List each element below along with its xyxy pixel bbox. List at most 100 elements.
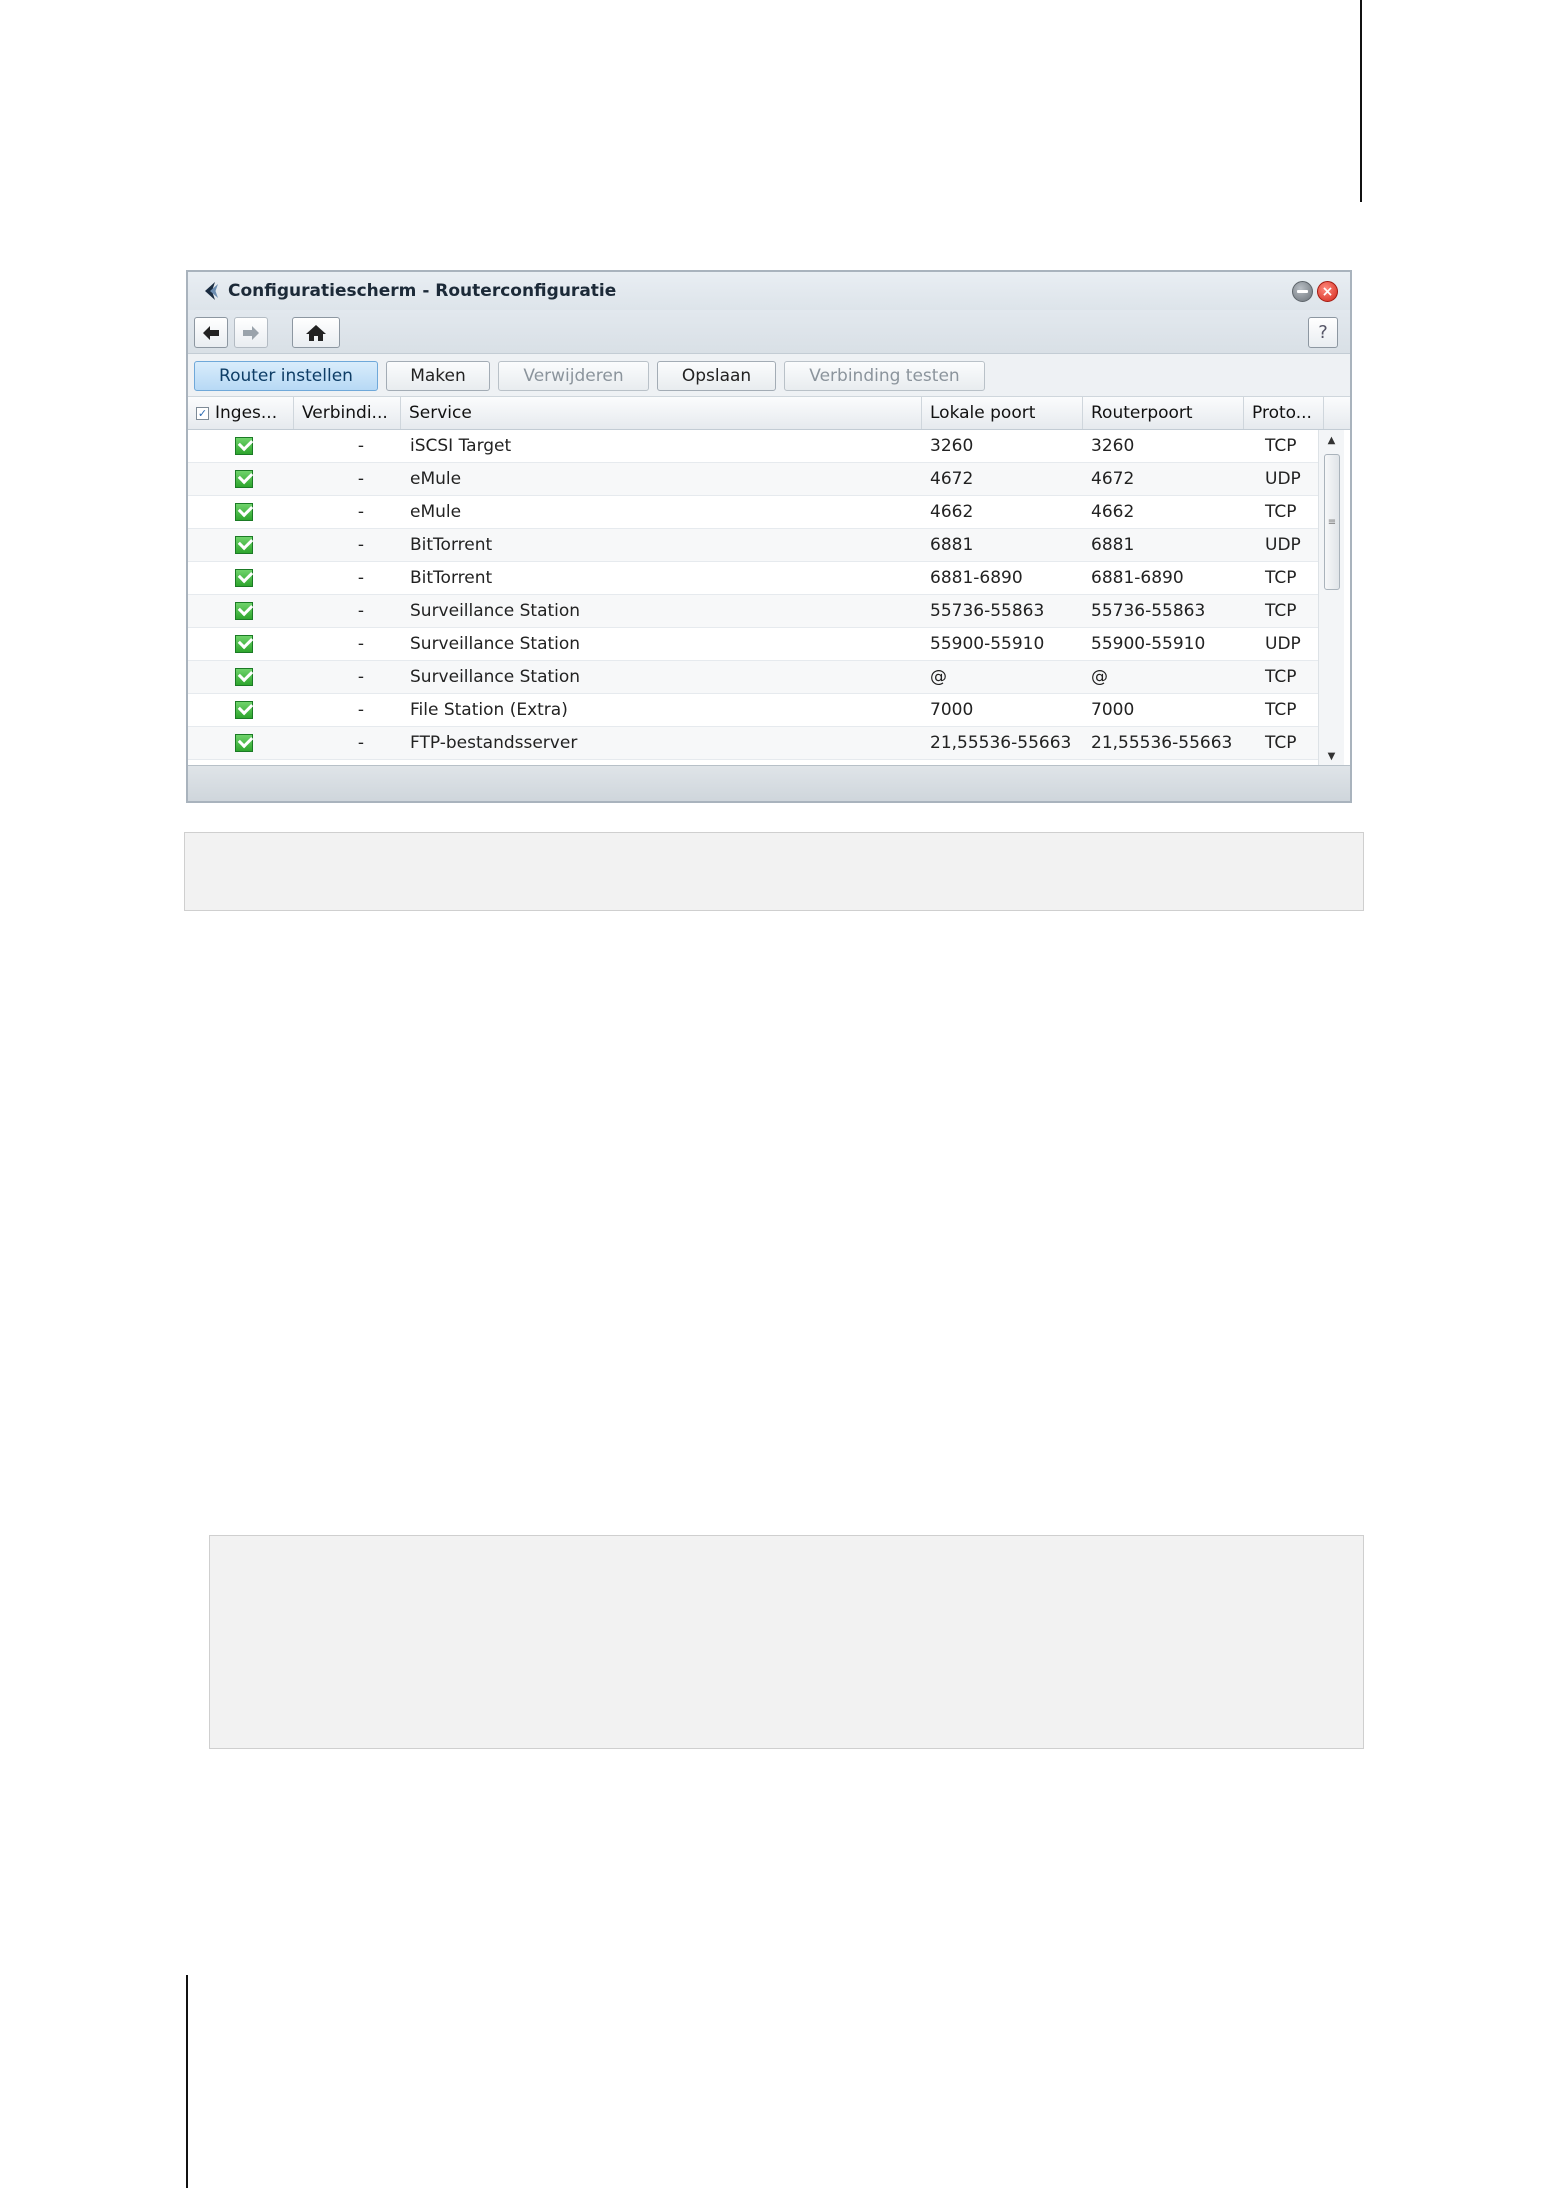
checkbox-checked-icon[interactable] [235, 503, 253, 521]
row-local-port: 6881 [930, 535, 974, 555]
column-header-service[interactable]: Service [401, 397, 922, 429]
close-icon[interactable]: × [1317, 281, 1338, 302]
row-service: Surveillance Station [410, 667, 581, 687]
row-connection: - [357, 502, 365, 522]
scrollbar-thumb[interactable]: ≡ [1324, 454, 1340, 590]
note-box [209, 1535, 1364, 1749]
close-glyph: × [1321, 283, 1334, 300]
row-service: Surveillance Station [410, 601, 581, 621]
back-button[interactable] [194, 317, 228, 348]
table-row[interactable]: - FTP-bestandsserver 21,55536-55663 21,5… [188, 727, 1318, 760]
row-local-port: 3260 [930, 436, 974, 456]
delete-button[interactable]: Verwijderen [498, 361, 649, 391]
row-connection: - [357, 700, 365, 720]
table-row[interactable]: - eMule 4662 4662 TCP [188, 496, 1318, 529]
action-toolbar: Router instellen Maken Verwijderen Opsla… [188, 354, 1350, 397]
row-connection: - [357, 667, 365, 687]
scroll-up-arrow-icon[interactable]: ▲ [1319, 430, 1344, 450]
window-titlebar[interactable]: Configuratiescherm - Routerconfiguratie … [188, 272, 1350, 310]
home-button[interactable] [292, 317, 340, 348]
scroll-down-arrow-icon[interactable]: ▼ [1319, 746, 1344, 766]
minimize-icon[interactable] [1292, 281, 1313, 302]
row-service: File Station (Extra) [410, 700, 568, 720]
row-router-port: @ [1091, 667, 1108, 687]
grip-icon: ≡ [1327, 516, 1337, 528]
row-protocol: TCP [1265, 733, 1297, 753]
column-header-enabled[interactable]: ✓ Inges... [188, 397, 294, 429]
row-local-port: 7000 [930, 700, 974, 720]
column-header-connection[interactable]: Verbindi... [294, 397, 401, 429]
row-service: iSCSI Target [410, 436, 512, 456]
row-protocol: TCP [1265, 601, 1297, 621]
forward-button[interactable] [234, 317, 268, 348]
row-protocol: TCP [1265, 700, 1297, 720]
row-enabled-cell[interactable] [232, 529, 256, 561]
row-router-port: 21,55536-55663 [1091, 733, 1233, 753]
row-protocol: UDP [1265, 634, 1301, 654]
row-protocol: TCP [1265, 502, 1297, 522]
row-connection: - [357, 634, 365, 654]
column-header-protocol[interactable]: Proto... [1244, 397, 1324, 429]
checkbox-checked-icon[interactable] [235, 437, 253, 455]
row-enabled-cell[interactable] [232, 496, 256, 528]
checkbox-checked-icon[interactable] [235, 668, 253, 686]
row-service: FTP-bestandsserver [410, 733, 578, 753]
table-row[interactable]: - eMule 4672 4672 UDP [188, 463, 1318, 496]
checkbox-checked-icon[interactable] [235, 569, 253, 587]
row-protocol: UDP [1265, 469, 1301, 489]
column-header-router-port[interactable]: Routerpoort [1083, 397, 1244, 429]
question-icon: ? [1318, 322, 1328, 343]
row-enabled-cell[interactable] [232, 661, 256, 693]
checkbox-checked-icon[interactable] [235, 701, 253, 719]
page-margin-line-top [1360, 0, 1362, 202]
row-router-port: 7000 [1091, 700, 1135, 720]
grid-scrollbar[interactable]: ▲ ≡ ▼ [1318, 430, 1344, 766]
synology-logo-icon [205, 282, 218, 300]
row-connection: - [357, 733, 365, 753]
row-router-port: 4662 [1091, 502, 1135, 522]
row-service: BitTorrent [410, 535, 493, 555]
navigation-bar: ? [188, 310, 1350, 354]
row-local-port: 4672 [930, 469, 974, 489]
row-enabled-cell[interactable] [232, 430, 256, 462]
checkbox-checked-icon[interactable] [235, 635, 253, 653]
save-button[interactable]: Opslaan [657, 361, 776, 391]
table-row[interactable]: - BitTorrent 6881 6881 UDP [188, 529, 1318, 562]
router-setup-button[interactable]: Router instellen [194, 361, 378, 391]
row-router-port: 55900-55910 [1091, 634, 1206, 654]
table-row[interactable]: - Surveillance Station 55736-55863 55736… [188, 595, 1318, 628]
row-connection: - [357, 601, 365, 621]
row-local-port: 55900-55910 [930, 634, 1045, 654]
row-enabled-cell[interactable] [232, 628, 256, 660]
create-button[interactable]: Maken [386, 361, 490, 391]
select-all-checkbox[interactable]: ✓ [196, 406, 209, 420]
window-title: Configuratiescherm - Routerconfiguratie [228, 281, 617, 301]
arrow-left-icon [203, 325, 219, 340]
row-enabled-cell[interactable] [232, 595, 256, 627]
row-enabled-cell[interactable] [232, 694, 256, 726]
checkbox-checked-icon[interactable] [235, 470, 253, 488]
table-row[interactable]: - Surveillance Station 55900-55910 55900… [188, 628, 1318, 661]
table-row[interactable]: - Surveillance Station @ @ TCP [188, 661, 1318, 694]
table-row[interactable]: - iSCSI Target 3260 3260 TCP [188, 430, 1318, 463]
table-row[interactable]: - BitTorrent 6881-6890 6881-6890 TCP [188, 562, 1318, 595]
table-row[interactable]: - File Station (Extra) 7000 7000 TCP [188, 694, 1318, 727]
checkbox-checked-icon[interactable] [235, 602, 253, 620]
row-local-port: 4662 [930, 502, 974, 522]
checkbox-checked-icon[interactable] [235, 734, 253, 752]
row-enabled-cell[interactable] [232, 727, 256, 759]
row-local-port: 21,55536-55663 [930, 733, 1072, 753]
help-button[interactable]: ? [1308, 317, 1338, 348]
window-statusbar [188, 765, 1350, 801]
test-connection-button[interactable]: Verbinding testen [784, 361, 985, 391]
row-enabled-cell[interactable] [232, 463, 256, 495]
note-box [184, 832, 1364, 911]
row-connection: - [357, 535, 365, 555]
row-connection: - [357, 469, 365, 489]
page-margin-line-bottom [186, 1975, 188, 2188]
checkbox-checked-icon[interactable] [235, 536, 253, 554]
row-enabled-cell[interactable] [232, 562, 256, 594]
column-header-label: Inges... [215, 403, 278, 423]
row-local-port: 55736-55863 [930, 601, 1045, 621]
column-header-local-port[interactable]: Lokale poort [922, 397, 1083, 429]
